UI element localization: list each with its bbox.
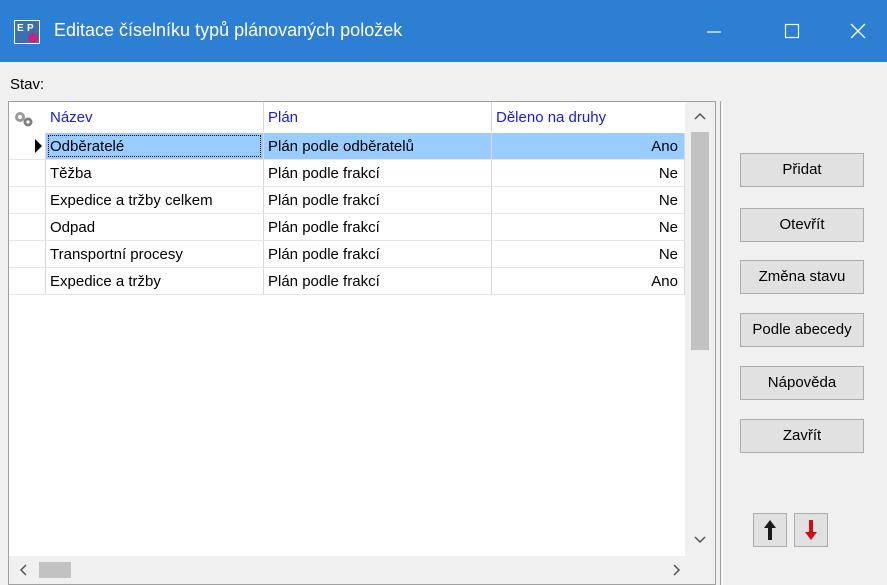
cell-divided[interactable]: Ne bbox=[492, 160, 685, 187]
window-title: Editace číselníku typů plánovaných polož… bbox=[54, 20, 403, 40]
cell-name[interactable]: Těžba bbox=[46, 160, 264, 187]
current-row-arrow-icon bbox=[35, 139, 42, 153]
maximize-icon bbox=[784, 23, 800, 39]
table-row[interactable]: Transportní procesy Plán podle frakcí Ne bbox=[9, 241, 685, 268]
horizontal-scroll-thumb[interactable] bbox=[39, 562, 71, 578]
title-bar: E P Editace číselníku typů plánovaných p… bbox=[0, 0, 887, 62]
table-row[interactable]: Expedice a tržby Plán podle frakcí Ano bbox=[9, 268, 685, 295]
row-indicator bbox=[9, 160, 46, 187]
vertical-scrollbar[interactable] bbox=[685, 102, 715, 556]
column-header-name[interactable]: Název bbox=[46, 102, 264, 132]
cell-divided[interactable]: Ano bbox=[492, 268, 685, 295]
cell-divided[interactable]: Ne bbox=[492, 214, 685, 241]
gear-icon[interactable] bbox=[12, 109, 36, 129]
cell-name[interactable]: Odpad bbox=[46, 214, 264, 241]
scroll-left-icon[interactable] bbox=[19, 564, 27, 576]
focus-rectangle bbox=[48, 135, 261, 157]
maximize-button[interactable] bbox=[763, 0, 821, 62]
add-button[interactable]: Přidat bbox=[740, 153, 864, 187]
panel-divider-highlight bbox=[722, 101, 723, 585]
cell-name[interactable]: Transportní procesy bbox=[46, 241, 264, 268]
move-down-button[interactable] bbox=[794, 513, 828, 547]
close-dialog-button[interactable]: Zavřít bbox=[740, 419, 864, 453]
change-state-button[interactable]: Změna stavu bbox=[740, 260, 864, 294]
vertical-scroll-thumb[interactable] bbox=[691, 132, 709, 350]
row-indicator bbox=[9, 133, 46, 160]
column-header-plan[interactable]: Plán bbox=[264, 102, 492, 132]
status-label: Stav: bbox=[10, 76, 45, 93]
column-header-divided[interactable]: Děleno na druhy bbox=[492, 102, 685, 132]
close-button[interactable] bbox=[829, 0, 887, 62]
row-indicator bbox=[9, 214, 46, 241]
cell-plan[interactable]: Plán podle frakcí bbox=[264, 268, 492, 295]
minimize-icon bbox=[707, 31, 721, 33]
panel-divider bbox=[720, 101, 721, 585]
arrow-down-icon bbox=[805, 520, 817, 540]
help-button[interactable]: Nápověda bbox=[740, 366, 864, 400]
cell-divided[interactable]: Ano bbox=[492, 133, 685, 160]
cell-divided[interactable]: Ne bbox=[492, 187, 685, 214]
cell-plan[interactable]: Plán podle odběratelů bbox=[264, 133, 492, 160]
cell-plan[interactable]: Plán podle frakcí bbox=[264, 160, 492, 187]
cell-name[interactable]: Odběratelé bbox=[46, 133, 264, 160]
table-row[interactable]: Expedice a tržby celkem Plán podle frakc… bbox=[9, 187, 685, 214]
alphabetical-button[interactable]: Podle abecedy bbox=[740, 313, 864, 347]
table-row[interactable]: Odpad Plán podle frakcí Ne bbox=[9, 214, 685, 241]
table-row[interactable]: Těžba Plán podle frakcí Ne bbox=[9, 160, 685, 187]
open-button[interactable]: Otevřít bbox=[740, 208, 864, 242]
close-icon bbox=[850, 23, 866, 39]
scroll-down-icon[interactable] bbox=[694, 536, 706, 544]
cell-name[interactable]: Expedice a tržby celkem bbox=[46, 187, 264, 214]
cell-plan[interactable]: Plán podle frakcí bbox=[264, 187, 492, 214]
row-indicator bbox=[9, 268, 46, 295]
scroll-right-icon[interactable] bbox=[673, 564, 681, 576]
table-row[interactable]: Odběratelé Plán podle odběratelů Ano bbox=[9, 133, 685, 160]
cell-plan[interactable]: Plán podle frakcí bbox=[264, 214, 492, 241]
row-indicator bbox=[9, 241, 46, 268]
horizontal-scrollbar[interactable] bbox=[9, 556, 715, 584]
svg-text:P: P bbox=[27, 23, 34, 34]
cell-plan[interactable]: Plán podle frakcí bbox=[264, 241, 492, 268]
scroll-up-icon[interactable] bbox=[694, 112, 706, 120]
svg-text:E: E bbox=[17, 23, 24, 34]
move-up-button[interactable] bbox=[753, 513, 787, 547]
arrow-up-icon bbox=[764, 520, 776, 540]
row-indicator bbox=[9, 187, 46, 214]
cell-name[interactable]: Expedice a tržby bbox=[46, 268, 264, 295]
items-grid[interactable]: Název Plán Děleno na druhy Odběratelé Pl… bbox=[8, 101, 716, 585]
cell-divided[interactable]: Ne bbox=[492, 241, 685, 268]
app-icon: E P bbox=[14, 20, 40, 44]
minimize-button[interactable] bbox=[685, 0, 743, 62]
